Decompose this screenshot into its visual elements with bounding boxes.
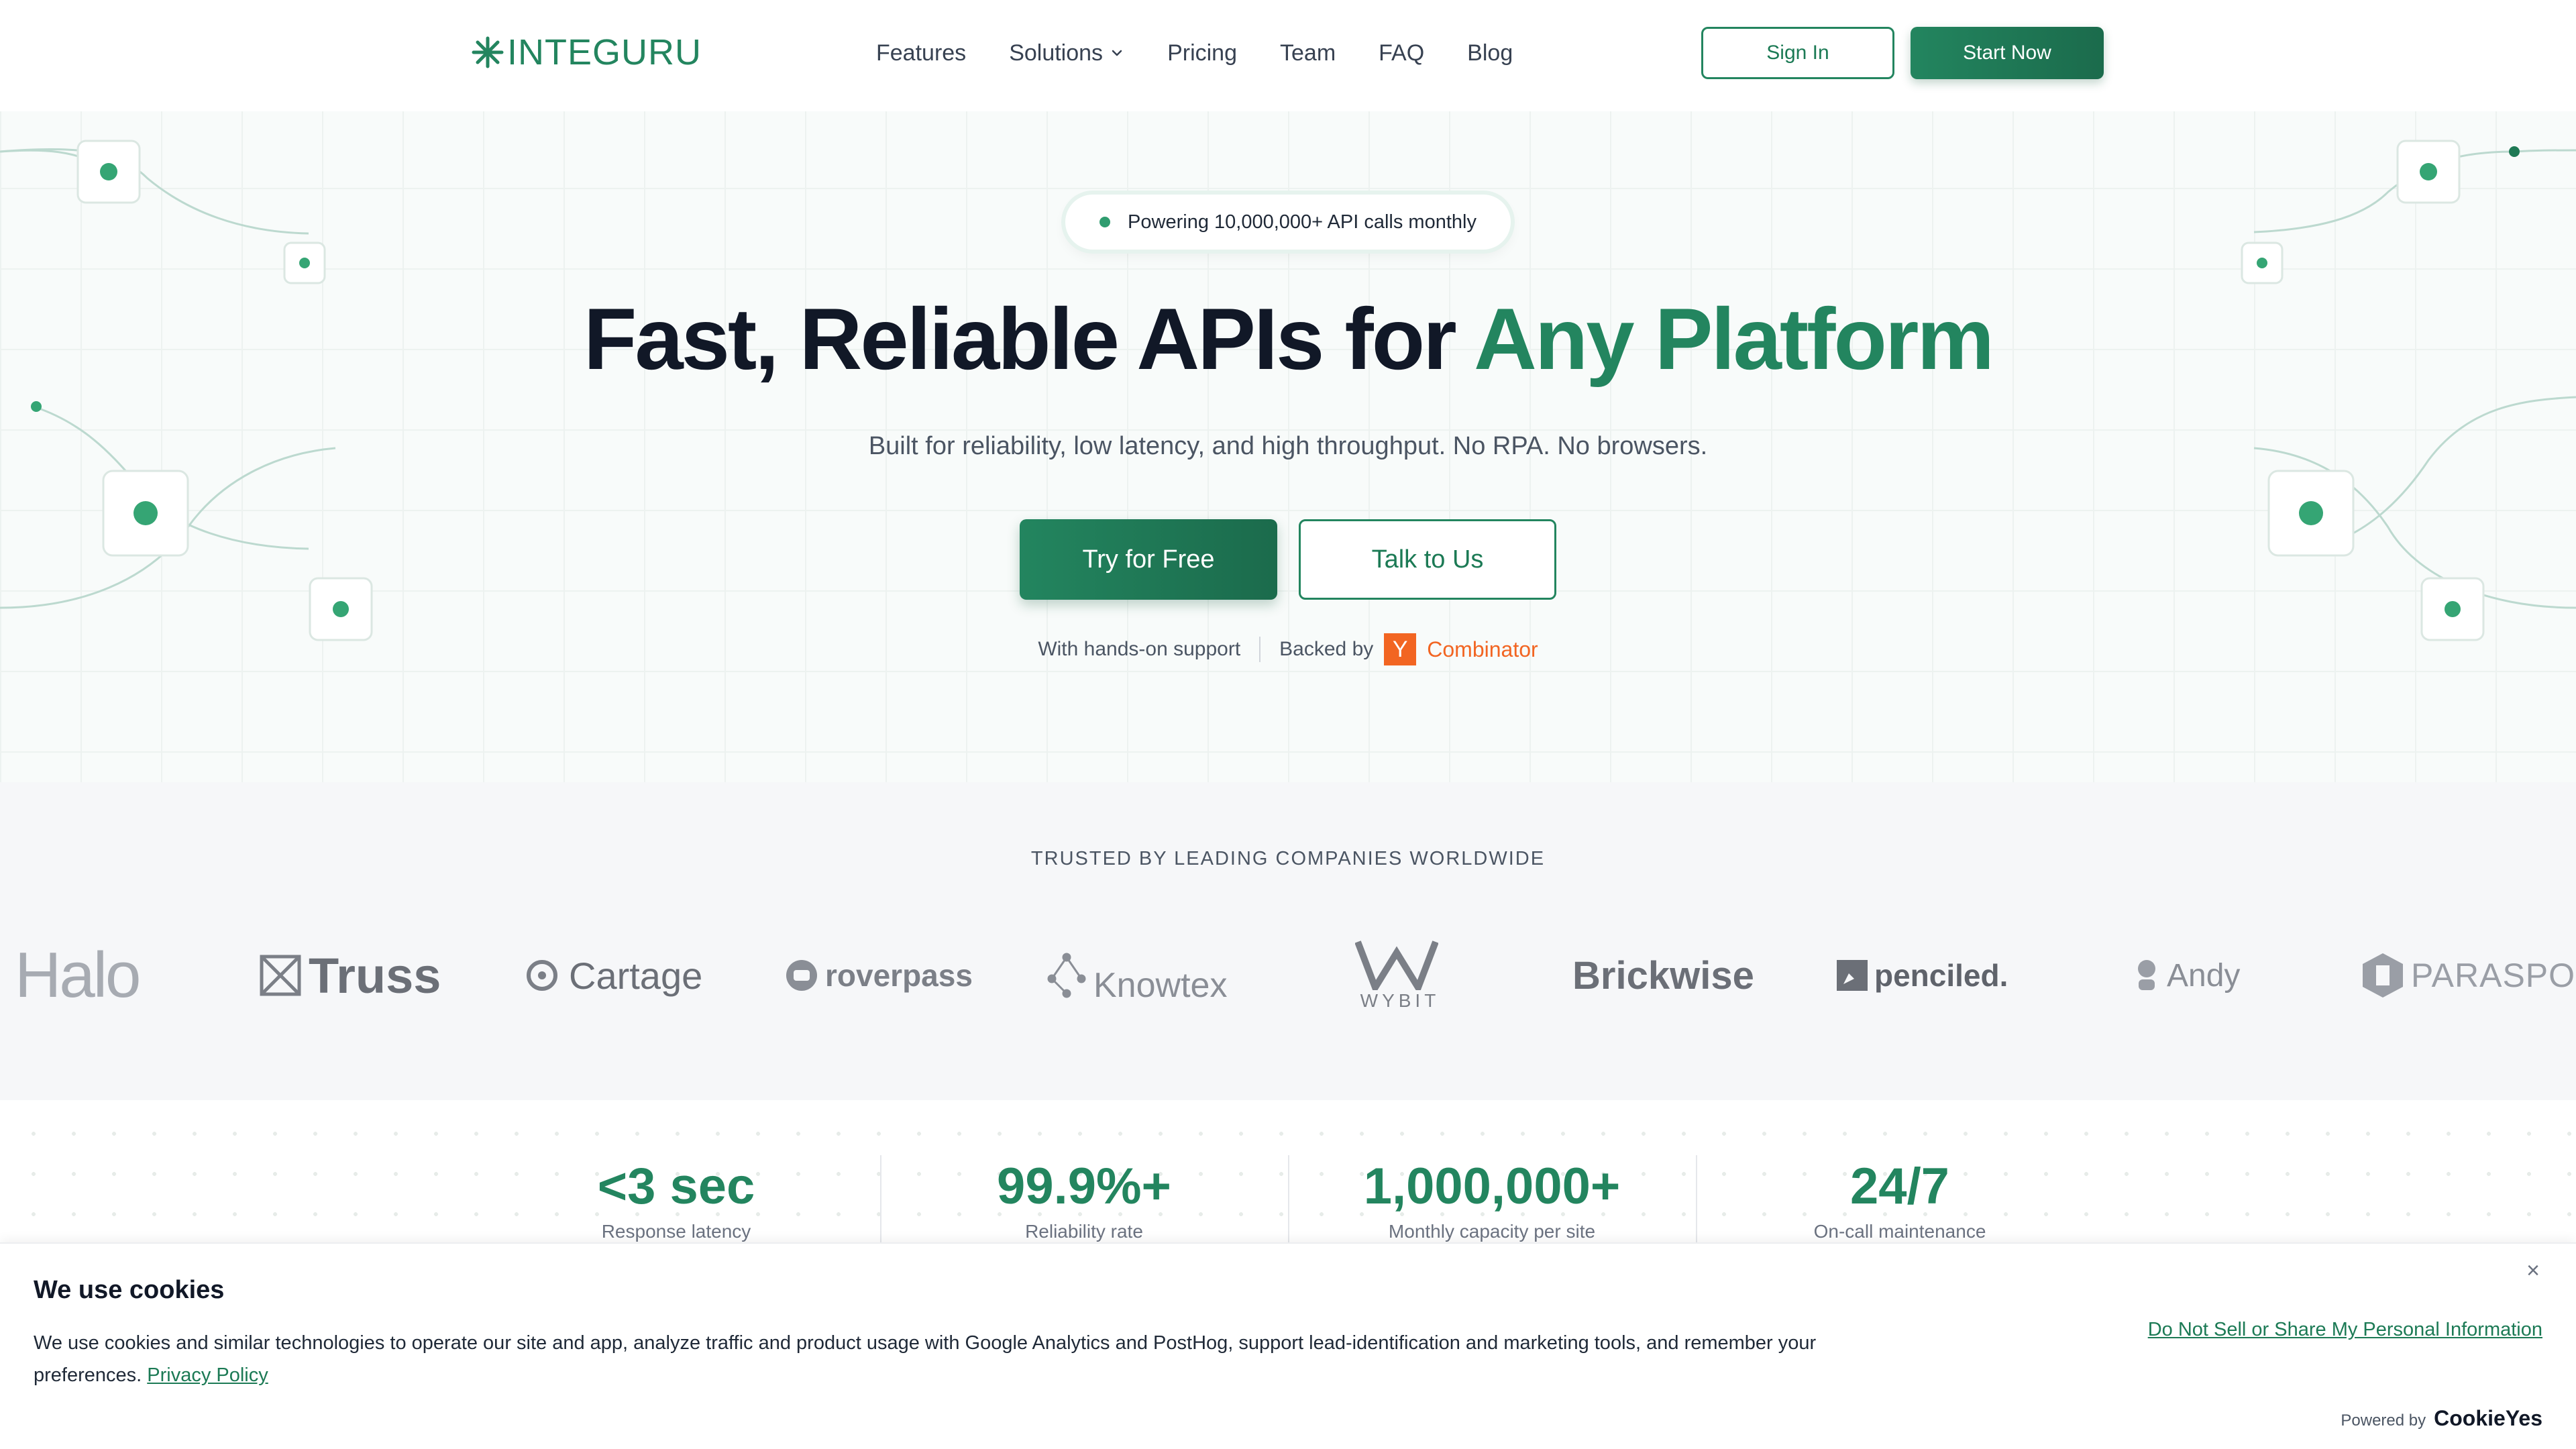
stat-reliability: 99.9%+ Reliability rate — [880, 1157, 1288, 1242]
logo-mark-icon — [472, 36, 504, 68]
cookie-title: We use cookies — [34, 1276, 225, 1304]
logo-text: INTEGURU — [507, 32, 702, 72]
client-logo-andy: Andy — [2133, 928, 2240, 1022]
sign-in-button[interactable]: Sign In — [1701, 27, 1894, 79]
stat-value: 99.9%+ — [997, 1158, 1171, 1215]
client-logo-cartage: Cartage — [522, 928, 702, 1022]
do-not-sell-link[interactable]: Do Not Sell or Share My Personal Informa… — [2148, 1319, 2542, 1341]
client-name: Brickwise — [1572, 953, 1754, 998]
stat-value: 24/7 — [1850, 1158, 1949, 1215]
client-logo-halo: Halo — [15, 928, 141, 1022]
try-for-free-button[interactable]: Try for Free — [1020, 519, 1277, 600]
hero-section: Powering 10,000,000+ API calls monthly F… — [0, 111, 2576, 782]
chevron-down-icon — [1112, 50, 1122, 56]
client-name: WYBIT — [1360, 990, 1440, 1011]
nav-faq[interactable]: FAQ — [1379, 37, 1424, 69]
main-nav: Features Solutions Pricing Team FAQ Blog — [876, 37, 1556, 69]
status-dot-icon — [1099, 217, 1111, 227]
client-logo-paraspot: PARASPOT — [2361, 928, 2576, 1022]
client-name: Halo — [15, 939, 141, 1011]
client-name: penciled. — [1874, 958, 2008, 993]
powered-by: Powered by CookieYes — [2341, 1406, 2542, 1431]
paraspot-mark-icon — [2363, 953, 2403, 998]
cartage-mark-icon — [527, 960, 557, 991]
stat-value: 1,000,000+ — [1363, 1158, 1621, 1215]
knowtex-mark-icon — [1047, 953, 1086, 998]
stat-label: Response latency — [601, 1221, 751, 1242]
close-icon[interactable]: × — [2521, 1258, 2545, 1283]
yc-logo-icon: Y — [1384, 633, 1417, 665]
powered-by-text: Powered by — [2341, 1411, 2426, 1430]
stat-label: Monthly capacity per site — [1388, 1221, 1596, 1242]
wybit-mark-icon — [1355, 941, 1438, 990]
start-now-button[interactable]: Start Now — [1911, 27, 2104, 79]
stat-label: On-call maintenance — [1813, 1221, 1986, 1242]
client-name: Cartage — [569, 954, 703, 997]
pill-text: Powering 10,000,000+ API calls monthly — [1128, 211, 1477, 233]
headline-accent: Any Platform — [1474, 290, 1994, 388]
yc-name: Combinator — [1427, 637, 1538, 661]
andy-mark-icon — [2138, 960, 2155, 990]
nav-features[interactable]: Features — [876, 37, 966, 69]
client-logo-truss: Truss — [259, 928, 441, 1022]
nav-solutions[interactable]: Solutions — [1009, 37, 1124, 69]
client-logo-wybit: WYBIT — [1355, 928, 1445, 1022]
truss-mark-icon — [260, 955, 301, 996]
stat-capacity: 1,000,000+ Monthly capacity per site — [1288, 1157, 1696, 1242]
client-name: Knowtex — [1093, 966, 1228, 1005]
client-name: roverpass — [825, 958, 973, 993]
client-logo-roverpass: roverpass — [785, 928, 973, 1022]
talk-to-us-button[interactable]: Talk to Us — [1299, 519, 1556, 600]
client-name: Truss — [309, 947, 441, 1004]
logo-strip: Halo Truss Cartage roverpass Knowtex WYB… — [0, 928, 2576, 1022]
nav-team[interactable]: Team — [1280, 37, 1336, 69]
client-logo-penciled: penciled. — [1837, 928, 2008, 1022]
support-row: With hands-on support Backed by Y Combin… — [0, 633, 2576, 665]
nav-blog[interactable]: Blog — [1467, 37, 1513, 69]
roverpass-mark-icon — [786, 960, 817, 991]
integuru-logo[interactable]: INTEGURU — [470, 32, 702, 72]
stat-value: <3 sec — [597, 1158, 755, 1215]
stat-latency: <3 sec Response latency — [472, 1157, 880, 1242]
cookie-description: We use cookies and similar technologies … — [34, 1327, 1925, 1391]
site-header: INTEGURU Features Solutions Pricing Team… — [0, 0, 2576, 111]
privacy-policy-link[interactable]: Privacy Policy — [147, 1364, 268, 1386]
trusted-heading: TRUSTED BY LEADING COMPANIES WORLDWIDE — [1030, 848, 1546, 869]
client-name: PARASPOT — [2411, 957, 2576, 994]
client-logos-section: TRUSTED BY LEADING COMPANIES WORLDWIDE H… — [0, 782, 2576, 1100]
cookieyes-logo[interactable]: CookieYes — [2434, 1406, 2542, 1431]
stat-maintenance: 24/7 On-call maintenance — [1696, 1157, 2104, 1242]
api-calls-pill: Powering 10,000,000+ API calls monthly — [1065, 195, 1511, 250]
client-logo-knowtex: Knowtex — [1046, 928, 1227, 1022]
stat-label: Reliability rate — [1025, 1221, 1143, 1242]
hero-subhead: Built for reliability, low latency, and … — [868, 432, 1708, 460]
nav-solutions-label: Solutions — [1009, 40, 1104, 66]
nav-pricing[interactable]: Pricing — [1167, 37, 1237, 69]
support-text: With hands-on support — [1038, 638, 1241, 660]
cookie-body: We use cookies and similar technologies … — [34, 1332, 1817, 1386]
hero-headline: Fast, Reliable APIs for Any Platform — [0, 288, 2576, 389]
penciled-mark-icon — [1837, 960, 1868, 991]
cookie-banner: × We use cookies We use cookies and simi… — [0, 1242, 2576, 1449]
headline-main: Fast, Reliable APIs for — [583, 290, 1474, 388]
client-name: Andy — [2167, 957, 2241, 994]
divider — [1259, 637, 1261, 662]
client-logo-brickwise: Brickwise — [1572, 928, 1754, 1022]
backed-by-text: Backed by — [1279, 638, 1374, 660]
